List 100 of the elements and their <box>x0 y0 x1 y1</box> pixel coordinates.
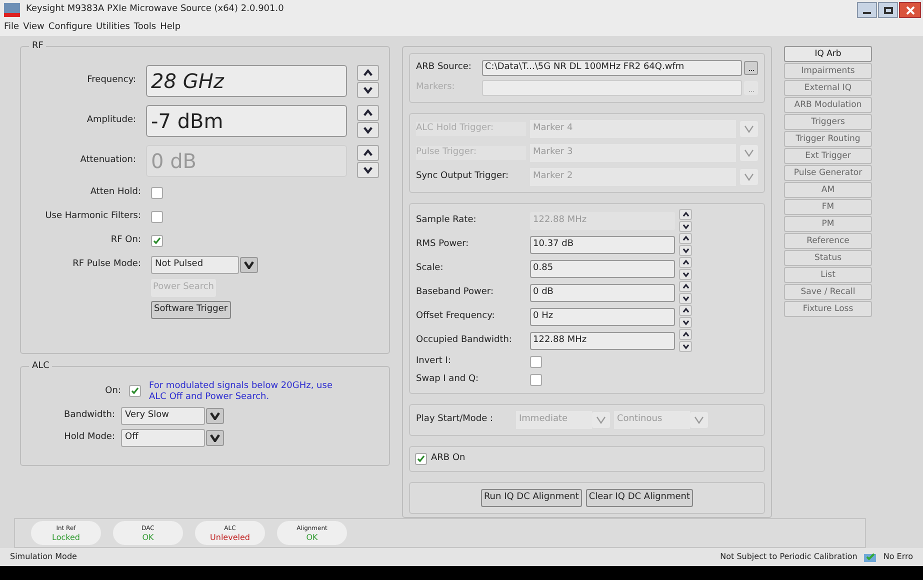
spin-down-button[interactable] <box>679 221 692 232</box>
input-field[interactable]: -7 dBm <box>146 105 347 137</box>
field-label: Occupied Bandwidth: <box>416 334 513 347</box>
dropdown-button[interactable] <box>206 430 224 446</box>
spin-down-button[interactable] <box>679 245 692 256</box>
spin-up-button[interactable] <box>679 257 692 268</box>
tab[interactable]: Save / Recall <box>784 284 872 300</box>
status-text: No Erro <box>883 551 913 563</box>
spin-up-button[interactable] <box>357 64 379 80</box>
dropdown[interactable]: Off <box>121 429 205 447</box>
menu-item[interactable]: File <box>4 21 20 35</box>
menu-item[interactable]: Help <box>160 21 181 35</box>
calibration-icon <box>863 551 878 563</box>
input-field[interactable]: 122.88 MHz <box>530 332 675 350</box>
indicator-value: OK <box>306 533 318 542</box>
dropdown-button[interactable] <box>206 408 224 424</box>
maximize-button[interactable] <box>878 2 898 18</box>
caret-down-icon <box>744 125 754 133</box>
caret-down-icon <box>244 261 254 269</box>
checkbox[interactable] <box>530 374 542 386</box>
minimize-button[interactable] <box>857 2 877 18</box>
dropdown-button[interactable] <box>240 257 258 273</box>
input-field[interactable]: 0.85 <box>530 260 675 278</box>
tab[interactable]: Trigger Routing <box>784 131 872 147</box>
close-button[interactable] <box>899 2 921 18</box>
dropdown[interactable]: Not Pulsed <box>151 256 239 274</box>
spin-up-button[interactable] <box>679 209 692 220</box>
status-text: Not Subject to Periodic Calibration <box>720 551 858 563</box>
caret-up-icon <box>682 331 690 338</box>
caret-down-icon <box>682 343 690 350</box>
spin-down-button[interactable] <box>357 162 379 178</box>
menu-item[interactable]: Configure <box>48 21 92 35</box>
tab[interactable]: AM <box>784 182 872 198</box>
caret-down-icon <box>682 295 690 302</box>
tab[interactable]: Impairments <box>784 63 872 79</box>
caret-down-icon <box>682 247 690 254</box>
field-label: Frequency: <box>86 74 136 88</box>
tab[interactable]: ARB Modulation <box>784 97 872 113</box>
tab[interactable]: Status <box>784 250 872 266</box>
menu-item[interactable]: Utilities <box>96 21 130 35</box>
caret-up-icon <box>362 148 374 158</box>
tab[interactable]: External IQ <box>784 80 872 96</box>
dropdown[interactable]: Very Slow <box>121 407 205 425</box>
spin-down-button[interactable] <box>357 82 379 98</box>
checkbox[interactable] <box>415 452 427 465</box>
app-logo-icon <box>4 3 20 17</box>
spin-down-button[interactable] <box>679 317 692 328</box>
spin-down-button[interactable] <box>679 293 692 304</box>
caret-up-icon <box>682 259 690 266</box>
field-label: Sample Rate: <box>416 214 478 227</box>
menu-item[interactable]: View <box>23 21 44 35</box>
spin-up-button[interactable] <box>679 233 692 244</box>
input-field[interactable]: 0 dB <box>530 284 675 302</box>
tab[interactable]: Ext Trigger <box>784 148 872 164</box>
checkbox[interactable] <box>129 385 141 397</box>
spin-down-button[interactable] <box>679 341 692 352</box>
checkbox[interactable] <box>530 356 542 368</box>
alignment-button[interactable]: Clear IQ DC Alignment <box>586 488 694 506</box>
field-label: Use Harmonic Filters: <box>44 210 141 224</box>
spin-up-button[interactable] <box>679 329 692 340</box>
indicator-value: OK <box>142 533 154 542</box>
tab[interactable]: PM <box>784 216 872 232</box>
alignment-button[interactable]: Run IQ DC Alignment <box>480 488 582 506</box>
tab[interactable]: IQ Arb <box>784 46 872 62</box>
tab[interactable]: List <box>784 267 872 283</box>
field-label: RF Pulse Mode: <box>72 258 141 272</box>
info-note: For modulated signals below 20GHz, use ALC Off and Power Search. <box>149 381 334 403</box>
spin-down-button[interactable] <box>679 269 692 280</box>
spin-down-button[interactable] <box>357 122 379 138</box>
tab[interactable]: Pulse Generator <box>784 165 872 181</box>
field-label: Scale: <box>416 262 444 275</box>
field-label: Invert I: <box>416 354 452 368</box>
caret-down-icon <box>694 416 704 424</box>
input-field[interactable]: 0 Hz <box>530 308 675 326</box>
input-field[interactable]: 28 GHz <box>146 65 347 97</box>
caret-down-icon <box>210 412 220 420</box>
caret-down-icon <box>744 173 754 181</box>
spin-up-button[interactable] <box>679 305 692 316</box>
tab[interactable]: Triggers <box>784 114 872 130</box>
field-label: Hold Mode: <box>63 431 115 444</box>
spin-up-button[interactable] <box>357 104 379 120</box>
menu-item[interactable]: Tools <box>134 21 156 35</box>
checkbox[interactable] <box>151 235 163 247</box>
tab[interactable]: Fixture Loss <box>784 301 872 317</box>
checkbox-label: ARB On <box>431 452 466 465</box>
field-label: Pulse Trigger: <box>416 146 526 160</box>
spin-up-button[interactable] <box>679 281 692 292</box>
tab[interactable]: FM <box>784 199 872 215</box>
input-field[interactable]: 10.37 dB <box>530 236 675 254</box>
checkbox[interactable] <box>151 211 163 223</box>
caret-up-icon <box>682 307 690 314</box>
spin-up-button[interactable] <box>357 144 379 160</box>
caret-up-icon <box>682 283 690 290</box>
indicator-value: Locked <box>52 533 80 542</box>
tab[interactable]: Reference <box>784 233 872 249</box>
field-label: Offset Frequency: <box>416 310 496 323</box>
trigger-button[interactable]: Software Trigger <box>151 301 231 319</box>
checkbox[interactable] <box>151 187 163 199</box>
caret-down-icon <box>362 164 374 174</box>
input-field[interactable]: C:\Data\T...\5G NR DL 100MHz FR2 64Q.wfm <box>482 60 742 76</box>
